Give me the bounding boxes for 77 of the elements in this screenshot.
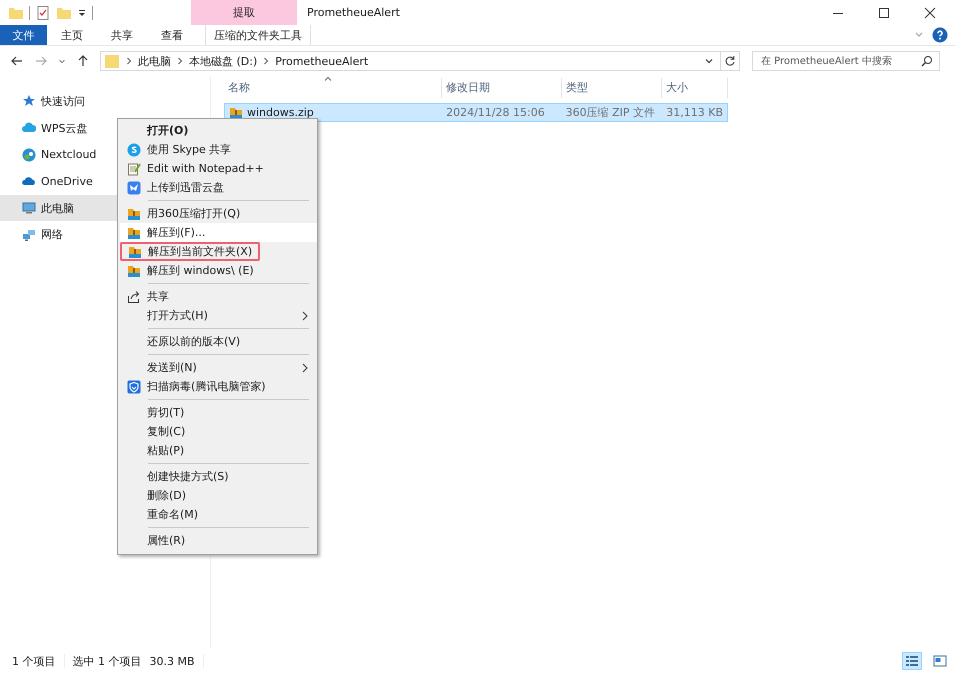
column-header[interactable]: 大小	[662, 78, 728, 98]
bird-icon	[127, 180, 141, 194]
table-cell-text: 360压缩 ZIP 文件	[564, 105, 656, 120]
sidebar-item[interactable]: 快速访问	[0, 88, 210, 115]
status-text: 选中 1 个项目	[72, 654, 142, 668]
menu-item[interactable]: 创建快捷方式(S)	[120, 467, 317, 486]
chevron-icon	[126, 57, 132, 65]
search-field[interactable]: 在 PrometheueAlert 中搜索	[752, 51, 940, 71]
menu-item[interactable]: 使用 Skype 共享	[120, 140, 317, 159]
shield-icon	[127, 380, 141, 394]
cloud-badge-icon	[22, 148, 36, 162]
menu-item[interactable]: 解压到当前文件夹(X)	[120, 242, 260, 261]
archive-icon	[127, 226, 141, 240]
archive-icon	[127, 264, 141, 278]
menu-item[interactable]: 上传到迅雷云盘	[120, 178, 317, 197]
monitor-icon	[22, 201, 36, 216]
notepad-icon	[127, 162, 141, 176]
share-icon	[127, 290, 141, 304]
up-arrow-icon[interactable]	[76, 54, 90, 68]
close-icon[interactable]	[924, 6, 936, 18]
menu-item[interactable]: Edit with Notepad++	[120, 159, 317, 178]
folder-icon	[104, 53, 120, 69]
back-arrow-icon[interactable]	[10, 54, 24, 68]
breadcrumb[interactable]: 此电脑	[138, 54, 171, 68]
menu-item[interactable]: 删除(D)	[120, 486, 317, 505]
chevron-icon	[263, 57, 270, 65]
refresh-icon[interactable]	[724, 55, 736, 67]
properties-icon[interactable]	[35, 4, 51, 20]
list-view-icon	[905, 655, 919, 667]
file-tab[interactable]: 文件	[0, 25, 47, 45]
menu-item[interactable]: 粘贴(P)	[120, 441, 317, 460]
breadcrumb[interactable]: 本地磁盘 (D:)	[189, 54, 258, 68]
star-icon	[22, 94, 36, 108]
file-name: windows.zip	[247, 106, 314, 119]
tiles-view-icon	[933, 655, 947, 667]
column-header[interactable]: 名称	[224, 78, 442, 98]
menu-item[interactable]: 解压到(F)...	[120, 223, 317, 242]
recent-chevron-icon[interactable]	[58, 57, 66, 65]
context-tab-header: 提取	[191, 0, 297, 25]
archive-icon	[229, 106, 243, 120]
column-header[interactable]: 类型	[562, 78, 662, 98]
ribbon-tab[interactable]: 共享	[97, 25, 147, 45]
menu-item[interactable]: 共享	[120, 287, 317, 306]
search-icon	[921, 55, 933, 67]
help-icon[interactable]	[932, 27, 948, 43]
details-view-button[interactable]	[902, 652, 922, 670]
network-icon	[22, 228, 36, 242]
menu-item[interactable]: 解压到 windows\ (E)	[120, 261, 317, 280]
menu-item[interactable]: 属性(R)	[120, 531, 317, 550]
menu-item[interactable]: 还原以前的版本(V)	[120, 332, 317, 351]
menu-item[interactable]: 复制(C)	[120, 422, 317, 441]
address-bar[interactable]: 此电脑 本地磁盘 (D:) PrometheueAlert	[100, 51, 740, 71]
window-title: PrometheueAlert	[307, 6, 400, 19]
table-cell-text: 31,113 KB	[665, 106, 724, 119]
skype-icon	[127, 142, 141, 156]
chevron-icon	[177, 57, 183, 65]
status-text: 30.3 MB	[150, 654, 195, 668]
column-header[interactable]: 修改日期	[442, 78, 562, 98]
table-cell-text: 2024/11/28 15:06	[445, 106, 546, 119]
menu-item[interactable]: 剪切(T)	[120, 403, 317, 422]
status-text: 1 个项目	[12, 654, 56, 668]
archive-icon	[127, 206, 141, 220]
menu-item[interactable]: 扫描病毒(腾讯电脑管家)	[120, 377, 317, 396]
menu-item[interactable]: 重命名(M)	[120, 505, 317, 524]
file-row[interactable]: windows.zip 2024/11/28 15:06 360压缩 ZIP 文件 31,113 KB	[224, 103, 728, 122]
ribbon-tab[interactable]: 主页	[47, 25, 97, 45]
breadcrumb[interactable]: PrometheueAlert	[275, 54, 368, 68]
dropdown-chevron-icon[interactable]	[704, 56, 714, 66]
sort-caret-icon	[324, 76, 332, 81]
archive-icon	[128, 244, 142, 258]
menu-item[interactable]: 发送到(N)	[120, 358, 317, 377]
menu-item[interactable]: 打开方式(H)	[120, 306, 317, 325]
ribbon-tab[interactable]: 压缩的文件夹工具	[205, 25, 311, 45]
maximize-icon[interactable]	[878, 6, 890, 18]
ribbon-tab[interactable]: 查看	[147, 25, 197, 45]
dropdown-icon[interactable]	[77, 8, 87, 18]
menu-item[interactable]: 打开(O)	[120, 121, 317, 140]
